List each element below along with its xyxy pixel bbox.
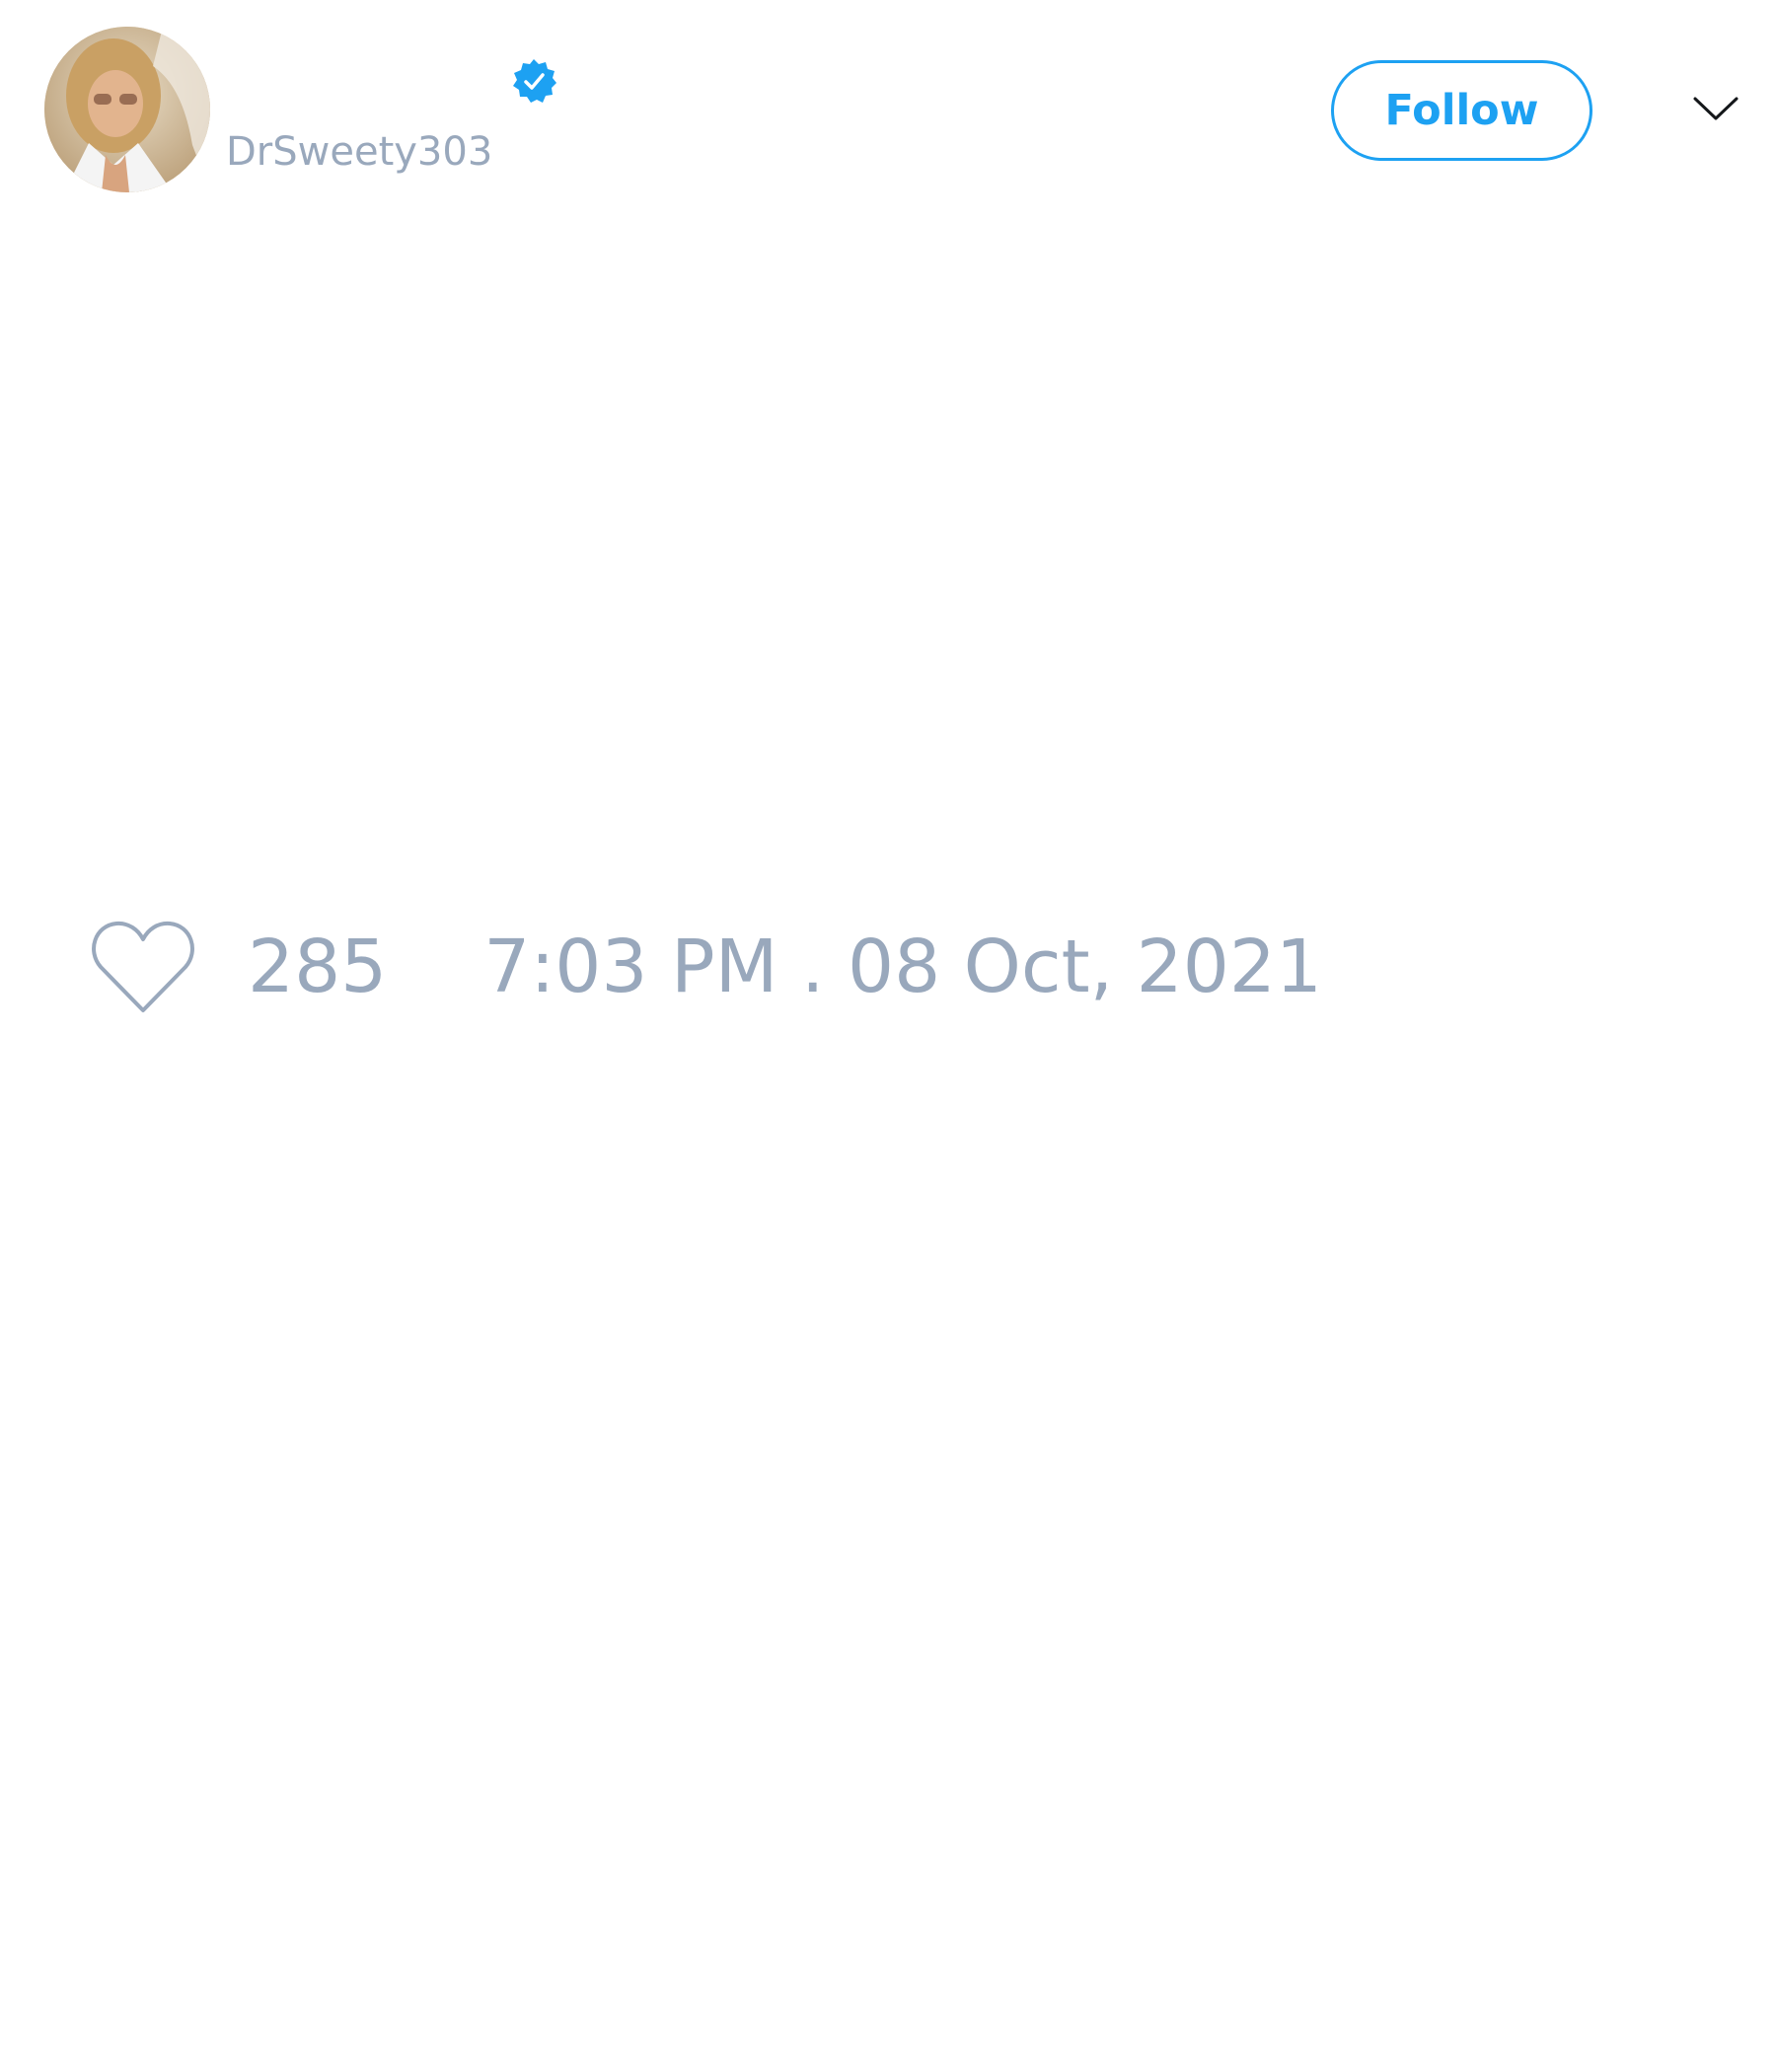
follow-button[interactable]: Follow <box>1331 60 1592 161</box>
tweet-body <box>44 227 1722 868</box>
avatar-image <box>44 27 210 192</box>
like-count: 285 <box>248 925 388 1009</box>
tweet-card: DrSweety303 Follow 285 7:03 PM . 08 Oct,… <box>0 0 1776 2072</box>
heart-outline-icon[interactable] <box>89 918 197 1016</box>
verified-badge-icon <box>513 59 556 103</box>
tweet-meta-row: 285 7:03 PM . 08 Oct, 2021 <box>89 913 1322 1021</box>
user-handle[interactable]: DrSweety303 <box>226 126 492 178</box>
avatar[interactable] <box>44 27 210 192</box>
tweet-timestamp[interactable]: 7:03 PM . 08 Oct, 2021 <box>483 913 1322 1021</box>
chevron-down-icon[interactable] <box>1691 89 1740 128</box>
